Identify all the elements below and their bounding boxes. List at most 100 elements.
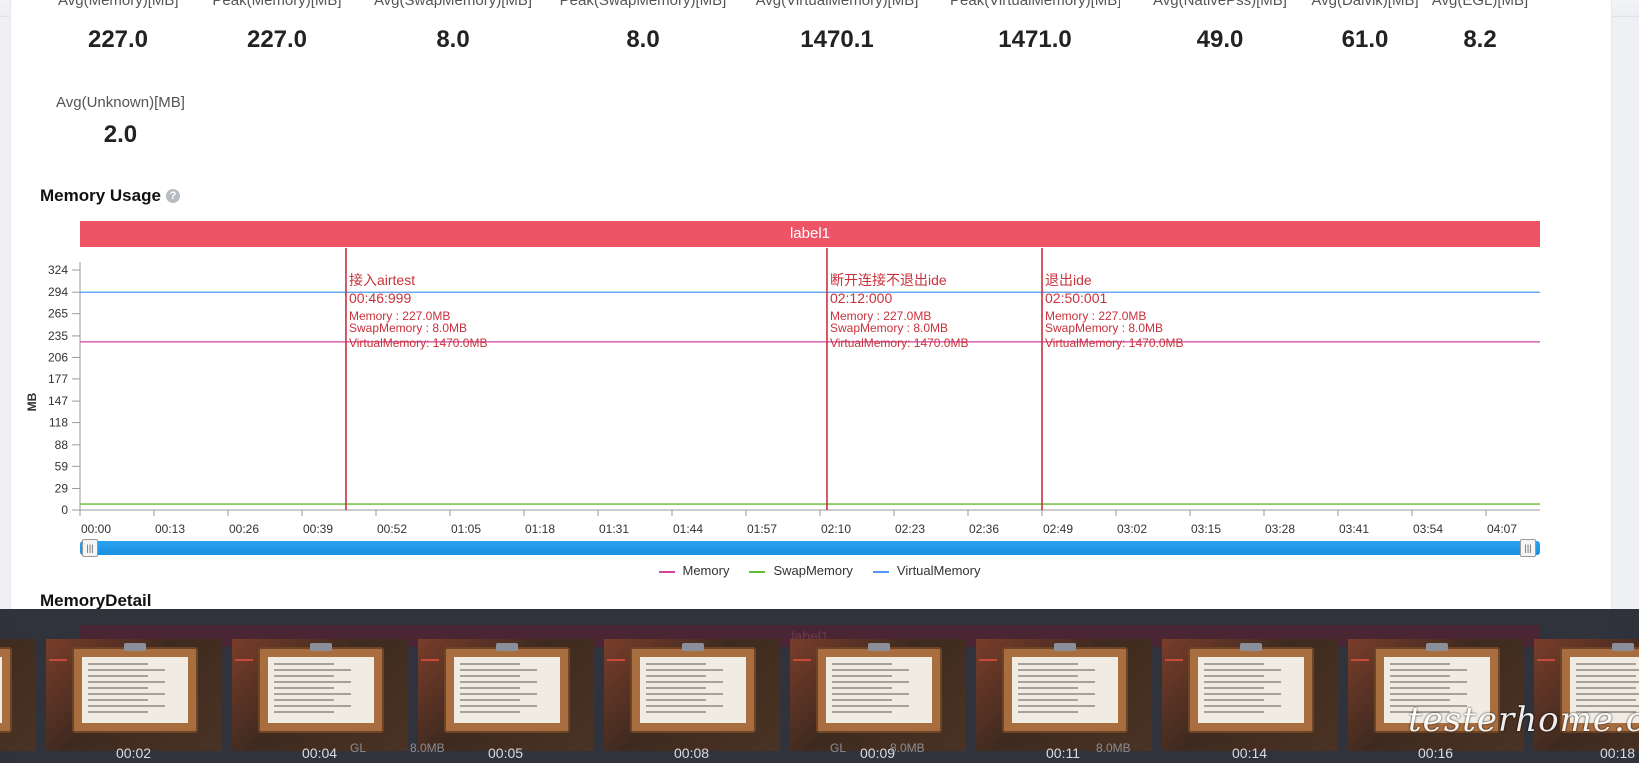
event-marker-title: 接入airtest [349,272,415,288]
x-tick-label: 00:00 [81,522,111,536]
x-tick-label: 00:52 [377,522,407,536]
thumbnail-text-line [1390,687,1450,689]
thumbnail-text-line [646,711,706,713]
thumbnail-paper [826,657,932,723]
thumbnail-text-line [1204,705,1281,707]
thumbnail-text-line [88,693,165,695]
thumbnail-text-line [460,663,520,665]
y-tick-label: 324 [48,263,68,277]
y-tick-label: 265 [48,307,68,321]
thumbnail-text-line [832,669,909,671]
thumbnail-red-mark [421,659,439,661]
timeline-time-label: 00:11 [1046,745,1080,761]
thumbnail-text-line [646,663,706,665]
thumbnail-clip [1240,643,1262,651]
zoom-slider-left-handle[interactable]: ||| [82,539,98,557]
thumbnail-clip [496,643,518,651]
screenshot-thumbnail[interactable] [604,639,780,751]
thumbnail-clip [1612,643,1634,651]
screenshot-thumbnail[interactable] [0,639,36,751]
memory-usage-chart: MB 0 29 59 88 118 147 177 206 235 265 294 324 00:00 00… [25,248,1540,536]
event-marker-virtual: VirtualMemory: 1470.0MB [1045,336,1184,350]
y-tick-label: 294 [48,285,68,299]
screenshot-thumbnail[interactable] [790,639,966,751]
thumbnail-paper [82,657,188,723]
thumbnail-clip [1426,643,1448,651]
x-tick-label: 01:44 [673,522,703,536]
thumbnail-text-line [88,675,148,677]
timeline-time-label: 00:05 [488,745,524,761]
timeline-time-label: 00:08 [674,745,710,761]
event-marker-time: 00:46:999 [349,290,411,306]
thumbnail-text-line [460,693,537,695]
thumbnail-text-line [646,675,706,677]
thumbnail-text-line [1018,693,1095,695]
thumbnail-text-line [1390,669,1467,671]
thumbnail-text-line [1018,681,1095,683]
thumbnail-text-line [1390,675,1450,677]
legend-swatch [658,570,675,573]
timeline-time-label: 00:16 [1418,745,1454,761]
thumbnail-text-line [1018,663,1078,665]
legend-item-memory[interactable]: Memory [658,563,729,578]
y-tick-label: 0 [61,503,68,517]
x-tick-label: 02:49 [1043,522,1073,536]
legend-item-virtualmemory[interactable]: VirtualMemory [872,563,980,578]
thumbnail-text-line [274,663,334,665]
thumbnail-clipboard-image [630,643,756,733]
y-tick-label: 59 [55,459,69,473]
thumbnail-text-line [646,669,723,671]
legend-label: SwapMemory [773,563,853,578]
thumbnail-red-mark [235,659,253,661]
x-tick-label: 00:39 [303,522,333,536]
thumbnail-red-mark [979,659,997,661]
thumbnail-red-mark [607,659,625,661]
thumbnail-text-line [1018,675,1078,677]
zoom-slider-track[interactable] [80,541,1540,555]
thumbnail-text-line [1204,669,1281,671]
ghost-overlay-text: GL [350,741,367,755]
memory-detail-title: MemoryDetail [40,591,152,610]
ghost-overlay-text: 8.0MB [1096,741,1131,755]
event-marker-swap: SwapMemory : 8.0MB [830,321,948,335]
thumbnail-text-line [1204,687,1264,689]
screenshot-thumbnail[interactable] [976,639,1152,751]
thumbnail-clip [310,643,332,651]
thumbnail-text-line [274,687,334,689]
event-marker-time: 02:50:001 [1045,290,1107,306]
thumbnail-text-line [274,675,334,677]
legend-swatch [872,570,889,573]
thumbnail-text-line [646,699,706,701]
screenshot-thumbnail[interactable] [232,639,408,751]
thumbnail-text-line [274,681,351,683]
event-marker-swap: SwapMemory : 8.0MB [1045,321,1163,335]
thumbnail-text-line [1390,681,1467,683]
zoom-slider-right-handle[interactable]: ||| [1520,539,1536,557]
thumbnail-paper [0,657,2,723]
thumbnail-text-line [1018,669,1095,671]
event-marker-time: 02:12:000 [830,290,892,306]
x-tick-label: 01:31 [599,522,629,536]
x-tick-label: 02:23 [895,522,925,536]
thumbnail-red-mark [793,659,811,661]
legend-item-swapmemory[interactable]: SwapMemory [749,563,853,578]
screenshot-thumbnail[interactable] [46,639,222,751]
thumbnail-text-line [1018,705,1095,707]
thumbnail-text-line [1576,669,1639,671]
thumbnail-text-line [1018,687,1078,689]
thumbnail-text-line [1576,663,1636,665]
chart-legend: Memory SwapMemory VirtualMemory [0,563,1639,578]
screenshot-thumbnail[interactable] [418,639,594,751]
x-tick-label: 03:41 [1339,522,1369,536]
thumbnail-clipboard-image [444,643,570,733]
screenshot-timeline-overlay: label1 00:02 00:04 00:05 00:08 00:09 00:11 00:… [0,609,1639,763]
thumbnail-text-line [1204,711,1264,713]
thumbnail-text-line [832,675,892,677]
screenshot-thumbnail[interactable] [1162,639,1338,751]
thumbnail-text-line [274,699,334,701]
timeline-time-label: 00:02 [116,745,152,761]
thumbnail-clipboard-image [258,643,384,733]
y-tick-label: 235 [48,329,68,343]
thumbnail-text-line [646,705,723,707]
thumbnail-clipboard-image [816,643,942,733]
